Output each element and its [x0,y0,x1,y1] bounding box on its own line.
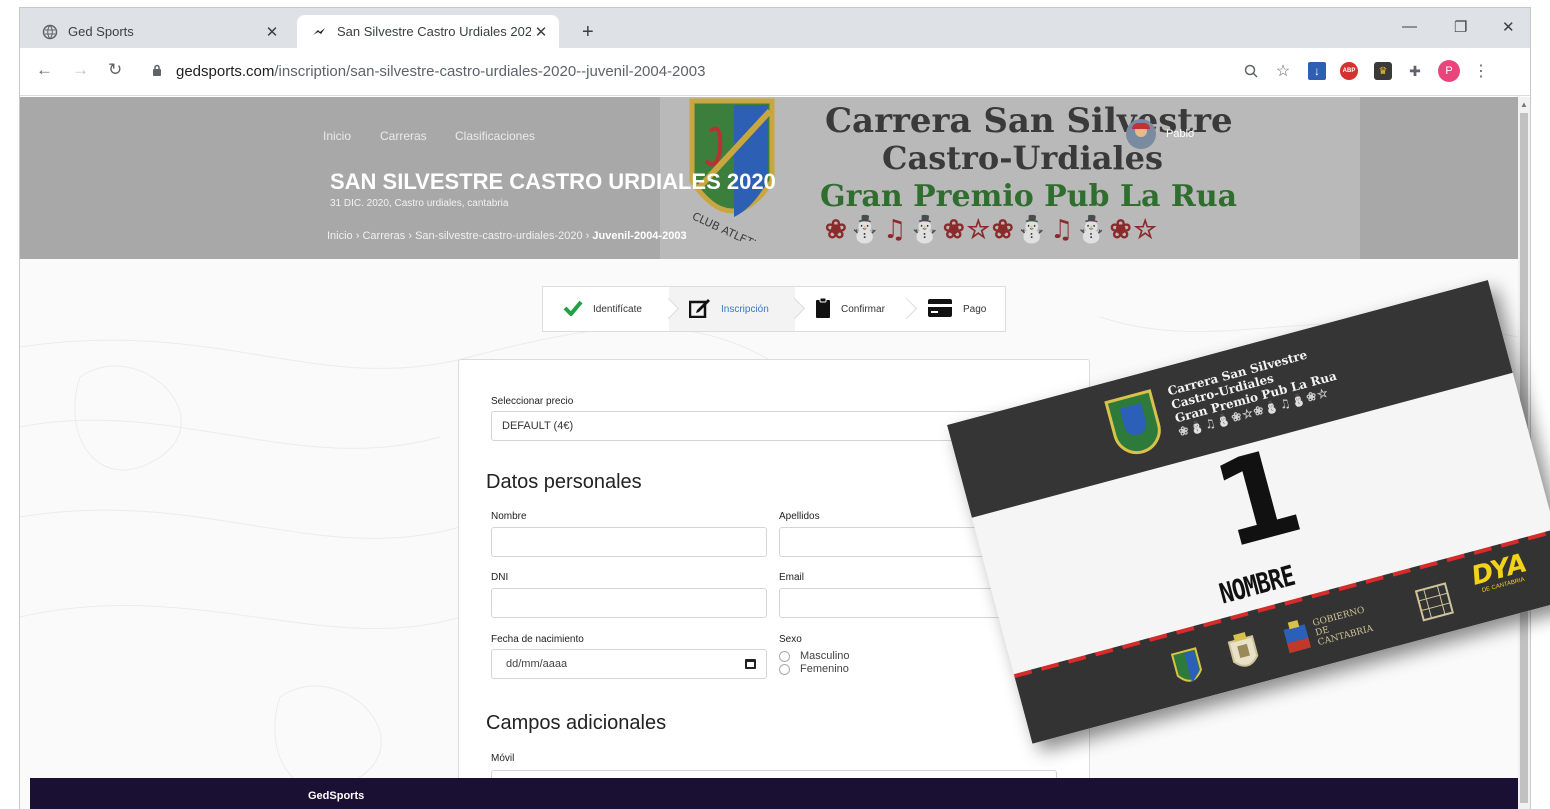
radio-button[interactable] [779,663,790,675]
birth-date-field[interactable]: dd/mm/aaaa [491,649,767,679]
adblock-icon[interactable]: ABP [1340,62,1358,80]
footer-brand[interactable]: GedSports [308,790,364,802]
site-footer: GedSports [30,778,1518,809]
birth-date-label: Fecha de nacimiento [491,634,584,645]
runner-icon [311,24,327,40]
sexo-option-femenino[interactable]: Femenino [779,663,849,675]
credit-card-icon [927,298,953,321]
email-label: Email [779,572,805,583]
tab-title: San Silvestre Castro Urdiales 202 [337,24,531,39]
sponsor-gobierno-text: GOBIERNO DE CANTABRIA [1311,605,1375,649]
club-crest-logo [1104,389,1167,460]
scroll-up-icon[interactable]: ▲ [1520,100,1528,109]
event-date-location: 31 DIC. 2020, Castro urdiales, cantabria [330,198,509,209]
radio-label: Femenino [800,663,849,675]
sexo-option-masculino[interactable]: Masculino [779,650,850,662]
close-icon[interactable]: ✕ [531,23,551,41]
bib-number: 1 [1200,420,1316,576]
zoom-icon[interactable] [1242,62,1260,80]
url-host: gedsports.com [176,62,275,80]
event-hero: CLUB ATLETISMO CASTRO Carrera San Silves… [20,97,1518,259]
profile-avatar[interactable]: P [1438,60,1460,82]
banner-decoration: ❀⛄♫⛄❀☆❀⛄♫⛄❀☆ [825,215,1159,245]
forward-icon[interactable]: → [72,60,89,80]
breadcrumb-race[interactable]: San-silvestre-castro-urdiales-2020 [415,230,583,242]
check-icon [563,300,583,319]
address-bar[interactable]: gedsports.com/inscription/san-silvestre-… [152,56,1270,86]
back-icon[interactable]: ← [36,60,53,80]
additional-fields-title: Campos adicionales [486,712,667,734]
edit-icon [688,298,711,321]
page-title: SAN SILVESTRE CASTRO URDIALES 2020 [330,169,776,194]
tab-san-silvestre[interactable]: San Silvestre Castro Urdiales 202 ✕ [297,15,559,48]
tab-ged-sports[interactable]: Ged Sports ✕ [28,15,290,48]
banner-line: Gran Premio Pub La Rua [820,179,1238,214]
breadcrumb-current: Juvenil-2004-2003 [592,230,687,242]
registration-steps: Identifícate Inscripción Confirmar Pago [542,286,1006,332]
download-extension-icon[interactable]: ↓ [1308,62,1326,80]
minimize-icon[interactable]: — [1402,18,1417,35]
step-pago[interactable]: Pago [907,287,1007,331]
apellidos-label: Apellidos [779,511,820,522]
menu-icon[interactable]: ⋮ [1472,62,1490,80]
birth-date-placeholder: dd/mm/aaaa [506,658,568,670]
avatar [1126,119,1156,149]
lock-icon [152,64,166,79]
step-inscripcion[interactable]: Inscripción [669,287,795,331]
close-icon[interactable]: ✕ [262,23,282,41]
extensions-icon[interactable]: ✚ [1406,62,1424,80]
radio-button[interactable] [779,650,790,662]
step-label: Pago [963,303,987,315]
reload-icon[interactable]: ↻ [108,60,122,80]
nav-inicio[interactable]: Inicio [323,129,351,143]
user-name: Pablo [1166,128,1195,140]
movil-label: Móvil [491,753,515,764]
clipboard-icon [815,297,831,322]
step-confirmar[interactable]: Confirmar [795,287,907,331]
new-tab-icon[interactable]: + [582,21,594,44]
globe-icon [42,24,58,40]
nombre-field[interactable] [491,527,767,557]
crown-extension-icon[interactable]: ♛ [1374,62,1392,80]
breadcrumb-carreras[interactable]: Carreras [362,230,405,242]
nav-clasificaciones[interactable]: Clasificaciones [455,129,535,143]
radio-label: Masculino [800,650,850,662]
user-menu[interactable]: Pablo [1126,119,1194,149]
url-path: /inscription/san-silvestre-castro-urdial… [274,62,706,80]
calendar-icon[interactable] [745,659,756,669]
step-identificate[interactable]: Identifícate [543,287,669,331]
restore-icon[interactable]: ❐ [1454,18,1467,36]
browser-toolbar: ← → ↻ gedsports.com/inscription/san-silv… [20,48,1530,96]
dni-label: DNI [491,572,509,583]
breadcrumb-inicio[interactable]: Inicio [327,230,353,242]
price-label: Seleccionar precio [491,396,574,407]
step-label: Inscripción [721,303,769,315]
banner-line: Castro-Urdiales [882,139,1164,177]
tab-strip: Ged Sports ✕ San Silvestre Castro Urdial… [20,8,1530,48]
svg-text:CLUB ATLETISMO CASTRO: CLUB ATLETISMO CASTRO [690,210,792,241]
dni-field[interactable] [491,588,767,618]
nombre-label: Nombre [491,511,527,522]
step-label: Confirmar [841,303,885,315]
breadcrumb: Inicio › Carreras › San-silvestre-castro… [327,230,687,242]
sexo-label: Sexo [779,634,802,645]
personal-data-title: Datos personales [486,471,642,493]
nav-carreras[interactable]: Carreras [380,129,427,143]
star-icon[interactable]: ☆ [1274,62,1292,80]
step-label: Identifícate [593,303,642,315]
tab-title: Ged Sports [68,24,134,39]
close-window-icon[interactable]: ✕ [1502,18,1515,36]
